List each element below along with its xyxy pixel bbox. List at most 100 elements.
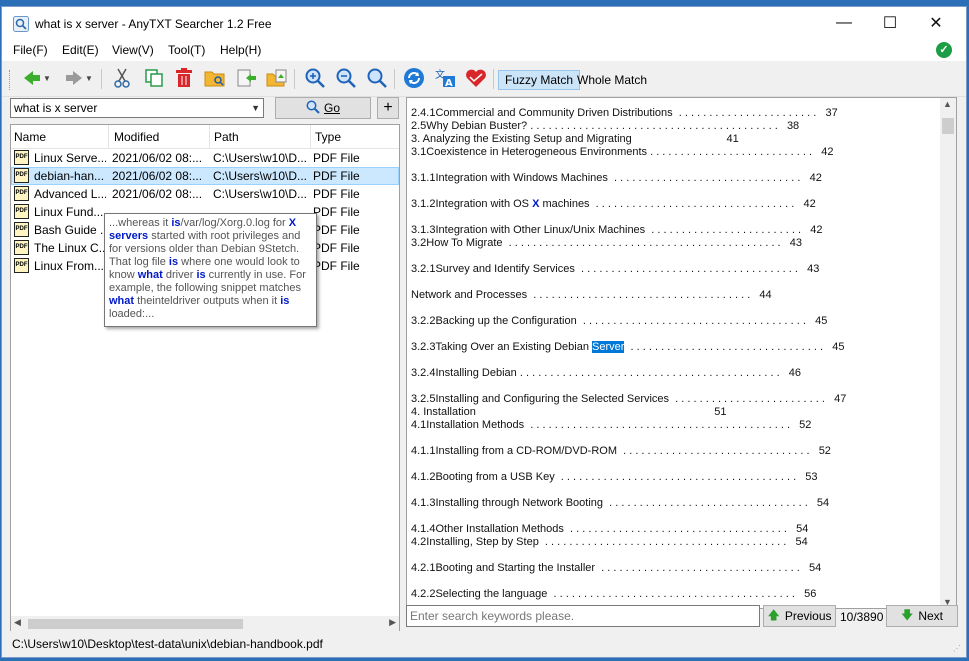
toc-line: 3.1.3Integration with Other Linux/Unix M… [411,224,822,236]
search-query: what is x server [14,101,98,115]
column-divider[interactable] [209,125,210,149]
row-type: PDF File [313,151,360,165]
match-term: is [196,269,206,281]
search-input[interactable]: what is x server ▼ [10,98,264,118]
scroll-thumb[interactable] [942,118,954,134]
column-path[interactable]: Path [214,130,239,144]
menu-tool[interactable]: Tool(T) [168,43,205,57]
row-type: PDF File [313,223,360,237]
maximize-button[interactable]: ☐ [867,7,913,39]
scroll-thumb[interactable] [28,619,243,629]
table-row[interactable]: PDF Linux Serve... 2021/06/02 08:... C:\… [11,149,399,167]
toc-text: 4.1.3Installing through Network Booting … [411,497,830,509]
row-modified: 2021/06/02 08:... [112,187,203,201]
scroll-right-icon[interactable]: ▶ [389,617,396,628]
favorite-icon[interactable] [464,66,488,90]
match-term: what [137,269,163,281]
pdf-file-icon: PDF [14,204,29,219]
toc-text: 4.2.1Booting and Starting the Installer … [411,562,822,574]
toc-line: 3.2How To Migrate . . . . . . . . . . . … [411,237,802,249]
toc-line: 3.1.2Integration with OS X machines . . … [411,198,816,210]
delete-icon[interactable] [172,66,196,90]
go-button[interactable]: Go [275,97,371,119]
arrow-up-icon: 🡅 [767,607,780,622]
add-button[interactable]: + [377,97,399,119]
pdf-file-icon: PDF [14,186,29,201]
horizontal-scrollbar[interactable]: ◀ ▶ [11,616,399,632]
toc-line: 3.1Coexistence in Heterogeneous Environm… [411,146,833,158]
magnifier-icon [306,100,320,117]
search-icon[interactable] [365,66,389,90]
keyword-input[interactable]: Enter search keywords please. [406,605,760,627]
row-path: C:\Users\w10\D... [213,169,308,183]
toc-text: Network and Processes . . . . . . . . . … [411,289,772,301]
toolbar-grip[interactable] [9,70,12,90]
row-name: Linux Serve... [34,151,106,165]
column-name[interactable]: Name [14,130,46,144]
column-type[interactable]: Type [315,130,341,144]
row-type: PDF File [313,187,360,201]
translate-icon[interactable]: 文A [433,66,457,90]
chevron-down-icon[interactable]: ▼ [251,99,260,117]
zoom-out-icon[interactable] [334,66,358,90]
forward-dropdown-icon[interactable]: ▼ [83,66,95,90]
table-row-selected[interactable]: PDF debian-han... 2021/06/02 08:... C:\U… [11,167,399,185]
results-list[interactable]: Name Modified Path Type PDF Linux Serve.… [10,124,400,633]
match-counter: 10/3890 [840,610,884,624]
resize-grip-icon[interactable]: ⋰ [953,644,963,654]
fuzzy-match-button[interactable]: Fuzzy Match [498,70,581,90]
copy-icon[interactable] [142,66,166,90]
menu-file[interactable]: File(F) [13,43,48,57]
scroll-up-icon[interactable]: ▲ [943,99,952,109]
close-button[interactable]: ✕ [913,7,959,39]
toc-line: 3.2.1Survey and Identify Services . . . … [411,263,819,275]
menu-edit[interactable]: Edit(E) [62,43,99,57]
minimize-button[interactable]: — [821,7,867,39]
pdf-file-icon: PDF [14,168,29,183]
column-divider[interactable] [310,125,311,149]
vertical-scrollbar[interactable]: ▲ ▼ [940,98,956,608]
column-modified[interactable]: Modified [114,130,159,144]
maximize-icon: ☐ [882,15,898,32]
menu-help[interactable]: Help(H) [220,43,261,57]
title-bar[interactable]: what is x server - AnyTXT Searcher 1.2 F… [2,7,966,39]
toc-text: 3.2.4Installing Debian . . . . . . . . .… [411,367,802,379]
menu-view[interactable]: View(V) [112,43,154,57]
toc-line: 4.1.4Other Installation Methods . . . . … [411,523,808,535]
row-type: PDF File [313,241,360,255]
toc-line: 4.1.3Installing through Network Booting … [411,497,829,509]
zoom-in-icon[interactable] [303,66,327,90]
export-icon[interactable] [235,66,259,90]
toc-line: 3.2.5Installing and Configuring the Sele… [411,393,846,405]
next-label: Next [918,609,944,623]
previous-button[interactable]: 🡅 Previous [763,605,836,627]
whole-match-button[interactable]: Whole Match [570,70,654,90]
toc-line: 3.1.1Integration with Windows Machines .… [411,172,822,184]
toc-text: 3.1.1Integration with Windows Machines .… [411,172,822,184]
document-preview[interactable]: ▲ ▼ 2.4.1Commercial and Community Driven… [406,97,957,609]
match-term: X [288,217,297,229]
toc-line: Network and Processes . . . . . . . . . … [411,289,772,301]
toc-line: 3.2.4Installing Debian . . . . . . . . .… [411,367,801,379]
row-modified: 2021/06/02 08:... [112,169,203,183]
pdf-file-icon: PDF [14,240,29,255]
scroll-left-icon[interactable]: ◀ [14,617,21,628]
next-button[interactable]: 🡇 Next [886,605,958,627]
snippet-tooltip: ...whereas it is/var/log/Xorg.0.log for … [104,213,317,327]
toc-line: 3.2.2Backing up the Configuration . . . … [411,315,827,327]
export-folder-icon[interactable] [265,66,289,90]
toc-text: 3.2.5Installing and Configuring the Sele… [411,393,847,405]
toc-line: 3.2.3Taking Over an Existing Debian Serv… [411,341,844,353]
status-ok-icon: ✓ [936,42,952,58]
cut-icon[interactable] [110,66,134,90]
pdf-file-icon: PDF [14,222,29,237]
refresh-icon[interactable] [402,66,426,90]
table-row[interactable]: PDF Advanced L... 2021/06/02 08:... C:\U… [11,185,399,203]
column-divider[interactable] [108,125,109,149]
open-folder-icon[interactable] [203,66,227,90]
toc-text: 3.1.3Integration with Other Linux/Unix M… [411,224,823,236]
back-dropdown-icon[interactable]: ▼ [41,66,53,90]
snippet-text: /var/log/Xorg.0.log for [180,217,289,229]
toc-text: 3.2How To Migrate . . . . . . . . . . . … [411,237,803,249]
snippet-text: ...whereas it [109,217,172,229]
